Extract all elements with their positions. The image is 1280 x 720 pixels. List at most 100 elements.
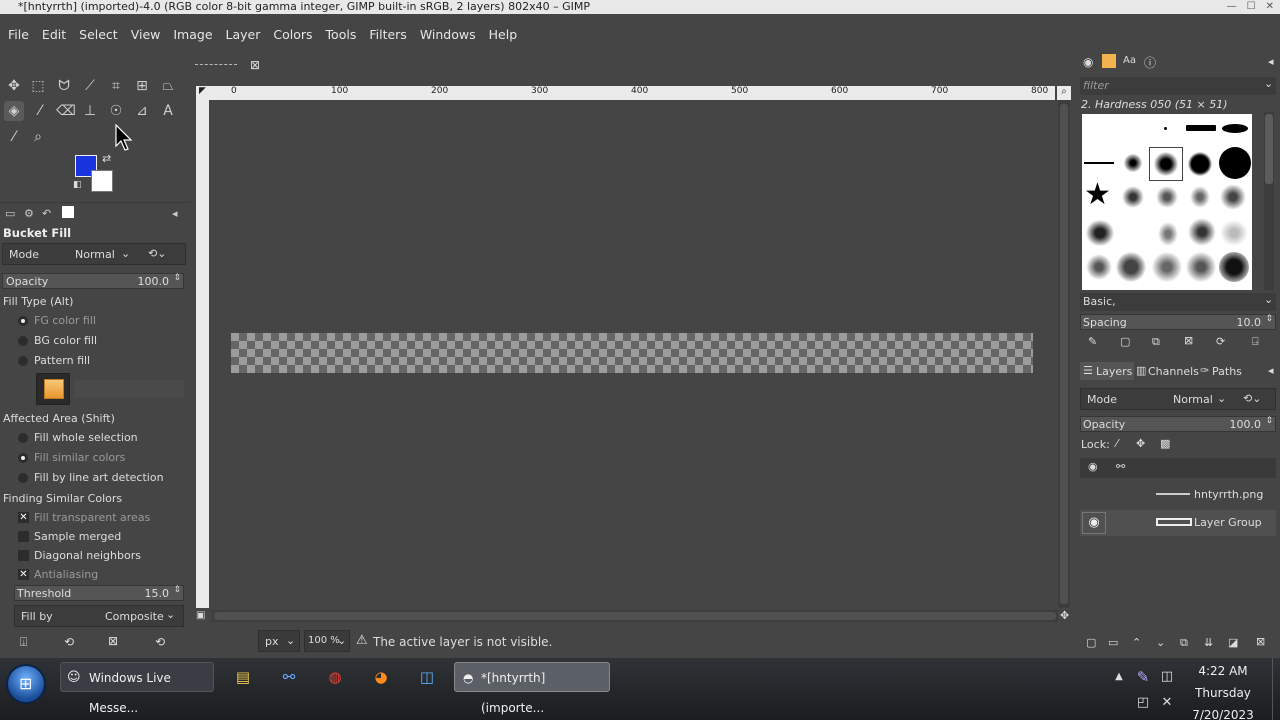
pattern-preview[interactable] — [36, 373, 70, 405]
show-hidden-icons-icon[interactable]: ▲ — [1106, 664, 1132, 690]
brush-filter-input[interactable]: filter ⌄ — [1080, 77, 1276, 95]
brush-tag-combo[interactable]: Basic, ⌄ — [1080, 293, 1276, 311]
taskbar-item[interactable]: ☺ Windows Live Messe... — [60, 662, 214, 715]
start-button[interactable]: ⊞ — [6, 664, 46, 704]
move-tool-icon[interactable]: ✥ — [4, 76, 24, 96]
chrome-icon[interactable]: ◍ — [322, 664, 348, 690]
menu-tools[interactable]: Tools — [326, 24, 357, 46]
background-color-swatch[interactable] — [91, 170, 113, 192]
menu-colors[interactable]: Colors — [273, 24, 312, 46]
fill-lineart-radio[interactable] — [18, 473, 28, 483]
minimize-icon[interactable]: — — [1227, 0, 1237, 13]
navigate-icon[interactable]: ✥ — [1060, 609, 1069, 622]
fill-transparent-checkbox[interactable]: ✕ — [18, 512, 29, 523]
fonts-tab-icon[interactable]: Aa — [1123, 55, 1136, 66]
spin-arrows-icon[interactable]: ⇕ — [173, 585, 181, 595]
opacity-spin[interactable]: Opacity 100.0 ⇕ — [2, 273, 184, 289]
lock-pixels-icon[interactable]: ⁄ — [1116, 437, 1118, 450]
new-brush-icon[interactable]: ▢ — [1120, 335, 1130, 348]
image-tab[interactable]: ⊠ — [192, 56, 272, 78]
tab-paths[interactable]: ✑ Paths — [1198, 362, 1250, 380]
network-icon[interactable]: ⚯ — [276, 664, 302, 690]
spin-arrows-icon[interactable]: ⇕ — [1265, 314, 1273, 324]
duplicate-layer-icon[interactable]: ⧉ — [1180, 636, 1188, 650]
layer-opacity-spin[interactable]: Opacity 100.0 ⇕ — [1080, 416, 1276, 432]
close-tab-icon[interactable]: ⊠ — [250, 58, 260, 72]
zoom-tool-icon[interactable]: ⌕ — [28, 127, 48, 147]
transform-tool-icon[interactable]: ⊞ — [132, 76, 152, 96]
menu-windows[interactable]: Windows — [420, 24, 476, 46]
raise-layer-icon[interactable]: ⌃ — [1132, 636, 1141, 649]
color-picker-tool-icon[interactable]: ⁄ — [4, 127, 24, 147]
menu-select[interactable]: Select — [79, 24, 118, 46]
lower-layer-icon[interactable]: ⌄ — [1156, 636, 1165, 649]
layer-row[interactable]: hntyrrth.png — [1080, 482, 1276, 508]
delete-layer-icon[interactable]: ⊠ — [1256, 635, 1265, 648]
fg-fill-radio[interactable] — [18, 316, 28, 326]
pen-tray-icon[interactable]: ✎ — [1130, 664, 1156, 690]
brushes-tab-icon[interactable]: ◉ — [1083, 55, 1093, 69]
bucket-fill-tool-icon[interactable]: ◈ — [4, 101, 24, 121]
mode-combo[interactable]: Mode Normal ⌄ ⟲⌄ — [2, 243, 186, 265]
warp-tool-icon[interactable]: ⏢ — [158, 76, 178, 96]
paths-tool-icon[interactable]: ⊿ — [132, 101, 152, 121]
app-icon[interactable]: ◫ — [414, 664, 440, 690]
zoom-combo[interactable]: 100 % ⌄ — [304, 630, 350, 652]
new-layer-icon[interactable]: ▢ — [1086, 636, 1096, 649]
file-explorer-icon[interactable]: ▤ — [230, 664, 256, 690]
open-brush-icon[interactable]: ⍈ — [1252, 335, 1259, 349]
help-tab-icon[interactable]: ⓘ — [1144, 54, 1156, 71]
lock-position-icon[interactable]: ✥ — [1136, 437, 1145, 450]
zoom-lock-icon[interactable]: ⌕ — [1057, 86, 1071, 100]
menu-file[interactable]: File — [8, 24, 29, 46]
fill-by-combo[interactable]: Fill by Composite ⌄ — [14, 605, 184, 627]
layer-mode-combo[interactable]: Mode Normal ⌄ ⟲⌄ — [1080, 388, 1276, 410]
layer-row[interactable]: ◉ Layer Group — [1080, 510, 1276, 536]
ruler-corner-icon[interactable]: ◤ — [196, 86, 209, 100]
show-desktop-button[interactable] — [1272, 658, 1280, 720]
image-canvas[interactable] — [231, 333, 1033, 373]
brush-scrollbar[interactable] — [1264, 112, 1274, 290]
configure-tab-icon[interactable]: ◂ — [172, 207, 178, 220]
quick-mask-icon[interactable]: ▣ — [196, 610, 205, 621]
horizontal-scrollbar[interactable] — [212, 610, 1058, 622]
new-layer-group-icon[interactable]: ▭ — [1108, 636, 1118, 649]
restore-options-icon[interactable]: ⟲ — [64, 635, 74, 649]
pattern-fill-radio[interactable] — [18, 356, 28, 366]
delete-brush-icon[interactable]: ⊠ — [1184, 334, 1193, 347]
undo-history-tab-icon[interactable]: ↶ — [42, 207, 51, 220]
pattern-name-field[interactable] — [74, 380, 184, 398]
images-tab-icon[interactable] — [62, 206, 74, 218]
duplicate-brush-icon[interactable]: ⧉ — [1152, 335, 1160, 349]
sample-merged-checkbox[interactable] — [18, 531, 29, 542]
maximize-icon[interactable]: ☐ — [1247, 0, 1256, 13]
patterns-tab-icon[interactable] — [1102, 54, 1116, 68]
crop-tool-icon[interactable]: ⌗ — [106, 76, 126, 96]
swap-colors-icon[interactable]: ⇄ — [102, 152, 111, 165]
free-select-tool-icon[interactable]: ᗢ — [54, 76, 74, 96]
fuzzy-select-tool-icon[interactable]: ⟋ — [80, 76, 100, 96]
menu-filters[interactable]: Filters — [369, 24, 406, 46]
menu-help[interactable]: Help — [489, 24, 518, 46]
taskbar-item-active[interactable]: ◓ *[hntyrrth] (importe... — [454, 662, 610, 715]
rect-select-tool-icon[interactable]: ⬚ — [28, 76, 48, 96]
unit-combo[interactable]: px ⌄ — [258, 630, 300, 652]
device-status-tab-icon[interactable]: ⚙ — [24, 207, 34, 220]
spin-arrows-icon[interactable]: ⇕ — [173, 273, 181, 283]
reset-mode-icon[interactable]: ⟲⌄ — [148, 247, 166, 260]
tab-channels[interactable]: ▥ Channels — [1134, 362, 1199, 380]
selected-brush[interactable] — [1149, 147, 1183, 181]
brush-grid[interactable]: ★ — [1082, 114, 1252, 290]
vertical-scrollbar[interactable] — [1058, 100, 1070, 608]
menu-layer[interactable]: Layer — [226, 24, 261, 46]
bg-fill-radio[interactable] — [18, 336, 28, 346]
volume-muted-icon[interactable]: ✕ — [1154, 690, 1180, 716]
save-options-icon[interactable]: ⍗ — [20, 635, 27, 650]
spin-arrows-icon[interactable]: ⇕ — [1265, 416, 1273, 426]
delete-options-icon[interactable]: ⊠ — [108, 634, 118, 648]
tab-layers[interactable]: ☰ Layers — [1080, 362, 1134, 380]
configure-tab-icon[interactable]: ◂ — [1268, 55, 1274, 68]
reset-colors-icon[interactable]: ◧ — [73, 180, 82, 190]
reset-mode-icon[interactable]: ⟲⌄ — [1243, 392, 1261, 405]
mask-layer-icon[interactable]: ◪ — [1228, 636, 1238, 649]
